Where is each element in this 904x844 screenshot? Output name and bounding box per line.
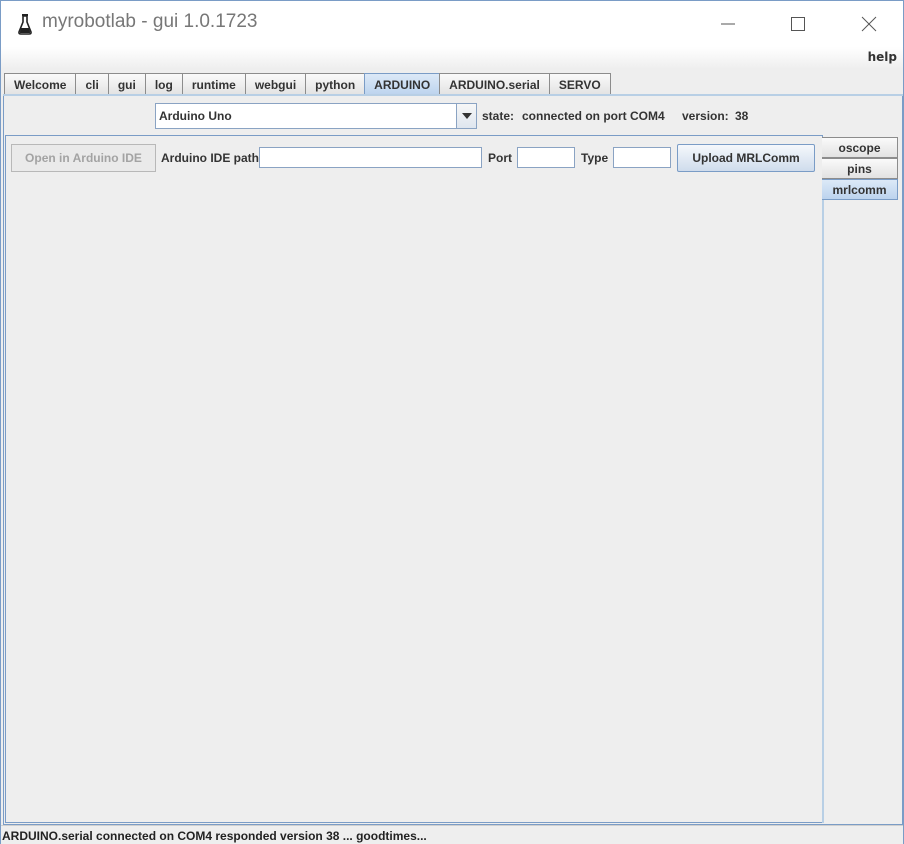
- tab-webgui[interactable]: webgui: [244, 73, 307, 95]
- tab-cli[interactable]: cli: [75, 73, 109, 95]
- side-tab-divider: [822, 200, 824, 823]
- service-tabs: Welcome cli gui log runtime webgui pytho…: [4, 73, 611, 95]
- tab-arduino-serial[interactable]: ARDUINO.serial: [439, 73, 550, 95]
- state-label: state:: [482, 109, 515, 123]
- board-type-value: Arduino Uno: [159, 109, 232, 123]
- ide-path-field[interactable]: [259, 147, 482, 168]
- board-type-select[interactable]: Arduino Uno: [155, 103, 477, 129]
- tab-welcome[interactable]: Welcome: [4, 73, 77, 95]
- tab-arduino[interactable]: ARDUINO: [364, 73, 441, 95]
- tab-log[interactable]: log: [144, 73, 183, 95]
- minimize-button[interactable]: [705, 9, 751, 39]
- side-tab-oscope[interactable]: oscope: [822, 137, 898, 158]
- minimize-icon: [721, 23, 735, 25]
- version-value: 38: [735, 109, 749, 123]
- maximize-button[interactable]: [775, 9, 821, 39]
- open-in-arduino-ide-button[interactable]: Open in Arduino IDE: [11, 144, 156, 172]
- upload-mrlcomm-button[interactable]: Upload MRLComm: [677, 144, 815, 172]
- status-bar: ARDUINO.serial connected on COM4 respond…: [1, 825, 903, 844]
- side-tab-pins[interactable]: pins: [822, 158, 898, 179]
- title-bar[interactable]: myrobotlab - gui 1.0.1723: [1, 1, 903, 47]
- window-title: myrobotlab - gui 1.0.1723: [42, 11, 258, 32]
- type-field[interactable]: [613, 147, 671, 168]
- type-label: Type: [581, 151, 609, 165]
- mrlcomm-panel: [5, 135, 823, 823]
- close-button[interactable]: [846, 9, 892, 39]
- tab-servo[interactable]: SERVO: [548, 73, 611, 95]
- status-message: ARDUINO.serial connected on COM4 respond…: [2, 829, 427, 843]
- close-icon: [861, 16, 877, 32]
- ide-path-label: Arduino IDE path: [161, 151, 259, 165]
- port-label: Port: [488, 151, 512, 165]
- tab-gui[interactable]: gui: [107, 73, 146, 95]
- main-window: myrobotlab - gui 1.0.1723 help Welcome c…: [0, 0, 904, 844]
- state-value: connected on port COM4: [522, 109, 665, 123]
- menu-bar: help: [1, 47, 903, 69]
- port-field[interactable]: [517, 147, 575, 168]
- flask-icon: [18, 14, 32, 35]
- side-tab-mrlcomm[interactable]: mrlcomm: [822, 179, 898, 200]
- maximize-icon: [791, 17, 805, 31]
- version-label: version:: [682, 109, 729, 123]
- help-menu[interactable]: help: [868, 50, 897, 64]
- chevron-down-icon: [461, 113, 472, 119]
- dropdown-arrow-button[interactable]: [456, 104, 476, 128]
- tab-python[interactable]: python: [305, 73, 366, 95]
- tab-runtime[interactable]: runtime: [181, 73, 246, 95]
